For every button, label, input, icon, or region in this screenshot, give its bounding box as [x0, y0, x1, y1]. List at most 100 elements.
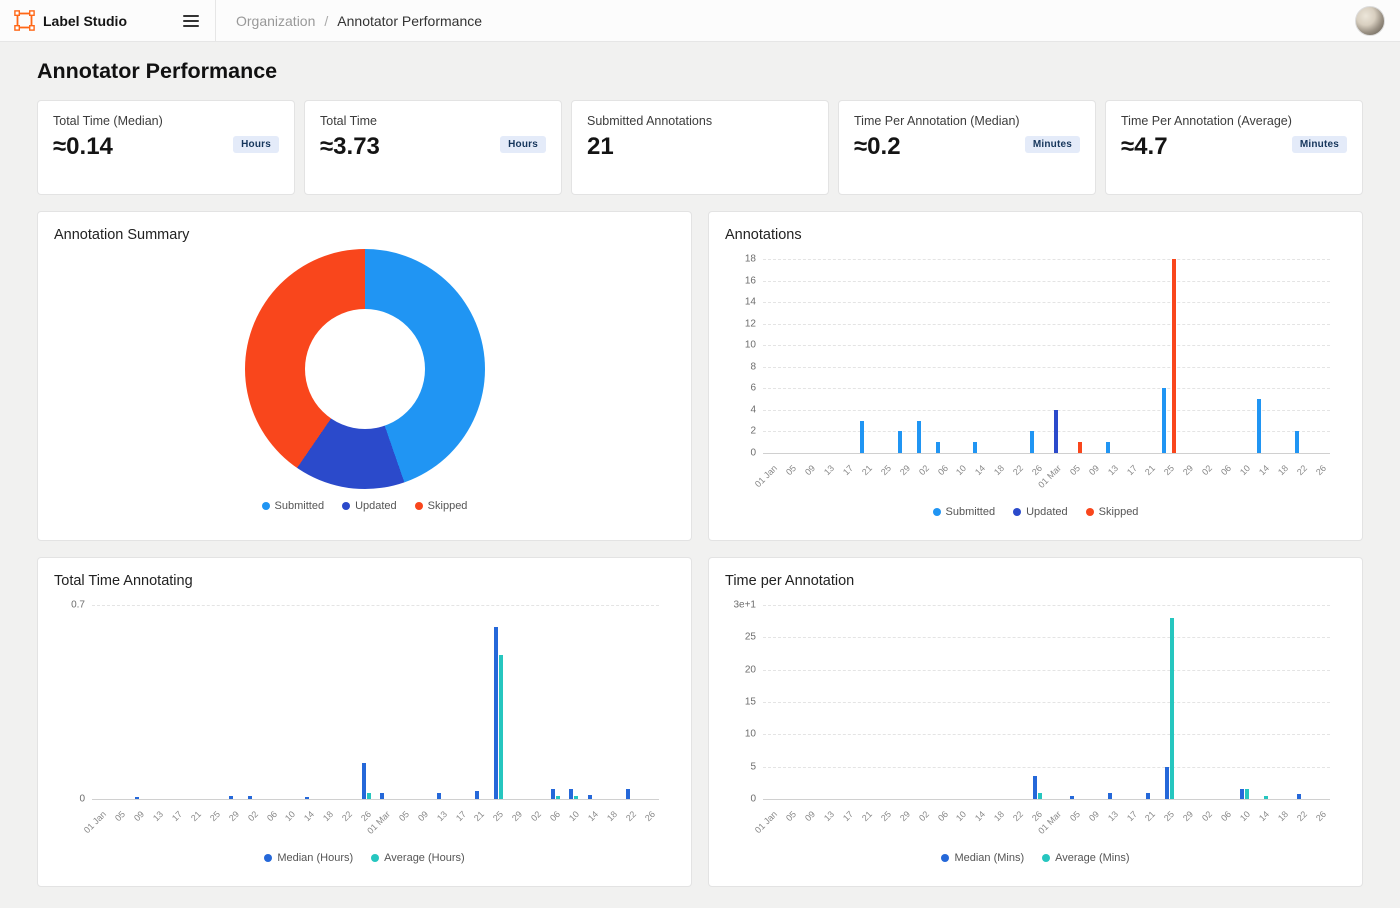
annotations-card: Annotations 02468101214161801 Jan0509131…	[708, 211, 1363, 541]
x-axis-tick-label: 21	[1143, 463, 1157, 477]
user-avatar[interactable]	[1355, 6, 1385, 36]
page-title: Annotator Performance	[37, 59, 1363, 84]
legend-item-skipped[interactable]: Skipped	[415, 500, 468, 512]
gridline	[763, 605, 1330, 606]
x-axis-tick-label: 17	[170, 809, 184, 823]
legend-item-updated[interactable]: Updated	[1013, 506, 1068, 518]
chart-title-annotations: Annotations	[725, 227, 1346, 243]
legend-item-average-hours-[interactable]: Average (Hours)	[371, 852, 465, 864]
legend-label: Submitted	[275, 500, 325, 512]
x-axis-tick-label: 22	[1011, 809, 1025, 823]
x-axis-tick-label: 21	[1143, 809, 1157, 823]
bar-submitted	[860, 421, 864, 453]
legend-item-median-mins-[interactable]: Median (Mins)	[941, 852, 1024, 864]
stat-unit-badge: Minutes	[1025, 136, 1080, 153]
bar-median-hours-	[475, 791, 479, 799]
stat-value-row: 21	[587, 133, 813, 161]
donut-hole	[305, 309, 425, 429]
legend-dot	[941, 854, 949, 862]
x-axis-tick-label: 26	[359, 809, 373, 823]
x-axis-tick-label: 02	[917, 463, 931, 477]
legend-item-skipped[interactable]: Skipped	[1086, 506, 1139, 518]
x-axis-tick-label: 06	[935, 809, 949, 823]
x-axis-tick-label: 22	[1011, 463, 1025, 477]
legend-label: Updated	[1026, 506, 1068, 518]
x-axis-tick-label: 10	[1238, 463, 1252, 477]
x-axis-tick-label: 25	[1162, 463, 1176, 477]
x-axis-tick-label: 25	[208, 809, 222, 823]
x-axis-tick-label: 09	[132, 809, 146, 823]
x-axis-tick-label: 26	[1313, 463, 1327, 477]
x-axis-tick-label: 18	[321, 809, 335, 823]
x-axis-tick-label: 25	[879, 463, 893, 477]
x-axis-tick-label: 13	[822, 809, 836, 823]
menu-toggle-icon[interactable]	[181, 11, 201, 31]
breadcrumb-organization[interactable]: Organization	[236, 13, 315, 29]
bar-median-hours-	[362, 763, 366, 799]
stat-label: Total Time (Median)	[53, 114, 279, 128]
bar-median-hours-	[248, 796, 252, 799]
gridline	[763, 734, 1330, 735]
x-axis-tick-label: 21	[860, 809, 874, 823]
gridline	[763, 281, 1330, 282]
gridline	[763, 388, 1330, 389]
stat-value: 21	[587, 133, 614, 161]
y-axis-tick-label: 12	[745, 318, 756, 329]
legend-item-average-mins-[interactable]: Average (Mins)	[1042, 852, 1129, 864]
x-axis-tick-label: 13	[1106, 809, 1120, 823]
x-axis-tick-label: 05	[784, 463, 798, 477]
time-per-annotation-legend: Median (Mins) Average (Mins)	[725, 852, 1346, 864]
x-axis-tick-label: 05	[1068, 809, 1082, 823]
gridline	[763, 702, 1330, 703]
y-axis-tick-label: 5	[750, 761, 756, 772]
y-axis-tick-label: 10	[745, 729, 756, 740]
y-axis-tick-label: 20	[745, 664, 756, 675]
stats-row: Total Time (Median)≈0.14HoursTotal Time≈…	[37, 100, 1363, 195]
plot-area: 00.7	[92, 605, 659, 800]
bar-median-hours-	[437, 793, 441, 799]
x-axis-tick-label: 06	[264, 809, 278, 823]
legend-dot	[342, 502, 350, 510]
stat-label: Submitted Annotations	[587, 114, 813, 128]
legend-item-updated[interactable]: Updated	[342, 500, 397, 512]
x-axis-tick-label: 21	[860, 463, 874, 477]
x-axis-tick-label: 10	[954, 463, 968, 477]
app-logo[interactable]: Label Studio	[14, 10, 127, 31]
chart-title-time-per-annotation: Time per Annotation	[725, 573, 1346, 589]
stat-value-row: ≈0.14Hours	[53, 133, 279, 161]
bar-updated	[1054, 410, 1058, 453]
x-axis-tick-label: 02	[529, 809, 543, 823]
x-axis-tick-label: 18	[605, 809, 619, 823]
charts-grid: Annotation Summary Submitted Updated Skipp…	[37, 211, 1363, 887]
x-axis-tick-label: 05	[784, 809, 798, 823]
gridline	[763, 259, 1330, 260]
app-name: Label Studio	[43, 13, 127, 29]
legend-item-median-hours-[interactable]: Median (Hours)	[264, 852, 353, 864]
chart-title-annotation-summary: Annotation Summary	[54, 227, 675, 243]
annotations-legend: Submitted Updated Skipped	[725, 506, 1346, 518]
y-axis-tick-label: 4	[750, 404, 756, 415]
bar-median-mins-	[1108, 793, 1112, 799]
gridline	[763, 345, 1330, 346]
bar-median-hours-	[229, 796, 233, 799]
x-axis-tick-label: 18	[1276, 809, 1290, 823]
bar-skipped	[1172, 259, 1176, 453]
x-axis-tick-label: 10	[1238, 809, 1252, 823]
gridline	[763, 637, 1330, 638]
legend-item-submitted[interactable]: Submitted	[262, 500, 325, 512]
x-axis-tick-label: 10	[567, 809, 581, 823]
annotation-summary-legend: Submitted Updated Skipped	[54, 500, 675, 512]
x-axis-tick-label: 29	[1181, 809, 1195, 823]
stat-card: Submitted Annotations 21	[571, 100, 829, 195]
x-axis-tick-label: 29	[898, 463, 912, 477]
x-axis-tick-label: 17	[841, 809, 855, 823]
bar-average-mins-	[1170, 618, 1174, 799]
bar-submitted	[973, 442, 977, 453]
bar-submitted	[898, 431, 902, 453]
x-axis-tick-label: 22	[340, 809, 354, 823]
stat-card: Time Per Annotation (Median)≈0.2Minutes	[838, 100, 1096, 195]
x-axis-tick-label: 25	[1162, 809, 1176, 823]
stat-label: Total Time	[320, 114, 546, 128]
legend-item-submitted[interactable]: Submitted	[933, 506, 996, 518]
y-axis-tick-label: 0	[750, 448, 756, 459]
